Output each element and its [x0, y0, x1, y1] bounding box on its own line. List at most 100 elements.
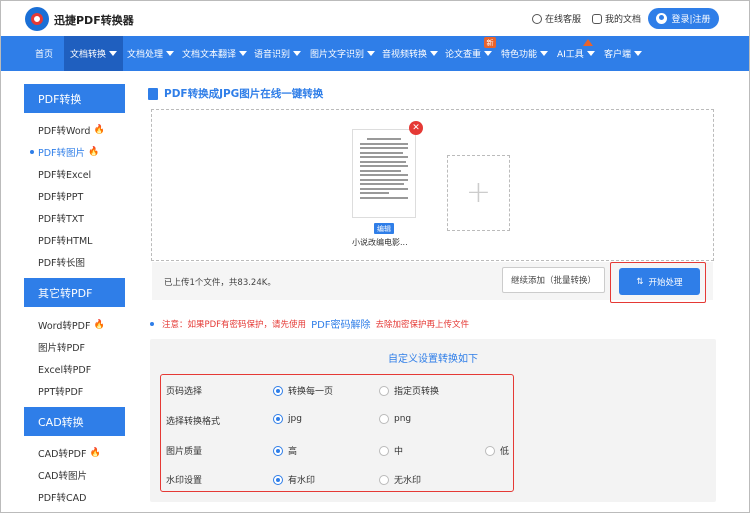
brand-logo-icon[interactable] — [25, 7, 49, 31]
upload-dropzone[interactable] — [151, 109, 714, 261]
password-notice: 注意：如果PDF有密码保护，请先使用 PDF密码解除 去除加密保护再上传文件 — [150, 316, 469, 331]
file-name: 小说改编电影... — [352, 238, 408, 247]
sidebar-item-pdf-to-txt[interactable]: PDF转TXT — [38, 211, 84, 225]
setting-label-page: 页码选择 — [166, 387, 203, 397]
option-label: png — [394, 414, 412, 424]
nav-ai-tools-label: AI工具 — [557, 50, 584, 60]
option-specific-pages[interactable]: 指定页转换 — [379, 384, 439, 397]
online-service-label: 在线客服 — [545, 15, 582, 25]
notice-prefix: 注意：如果PDF有密码保护，请先使用 — [162, 319, 307, 330]
sidebar-item-label: PDF转图片 — [38, 148, 86, 159]
option-quality-low[interactable]: 低 — [485, 444, 509, 457]
sidebar-item-pdf-to-excel[interactable]: PDF转Excel — [38, 167, 91, 181]
sidebar-item-pdf-to-word[interactable]: PDF转Word 🔥 — [38, 123, 105, 137]
brand-name[interactable]: 迅捷PDF转换器 — [54, 12, 134, 28]
my-documents-link[interactable]: 我的文档 — [592, 12, 641, 25]
sidebar-item-image-to-pdf[interactable]: 图片转PDF — [38, 340, 85, 354]
option-label: 有水印 — [288, 476, 316, 486]
sidebar-item-pdf-to-cad[interactable]: PDF转CAD — [38, 490, 86, 504]
chevron-down-icon — [166, 51, 175, 56]
option-quality-high[interactable]: 高 — [273, 444, 297, 457]
edit-file-button[interactable]: 编辑 — [374, 223, 394, 234]
main-nav: 首页 文档转换 文档处理 文档文本翻译 语音识别 图片文字识别 音视频转换 论文… — [1, 36, 749, 71]
sidebar-item-pdf-to-long-image[interactable]: PDF转长图 — [38, 255, 85, 269]
sidebar-item-label: 图片转PDF — [38, 343, 86, 354]
page-title-text: PDF转换成JPG图片在线一键转换 — [164, 88, 324, 100]
login-register-button[interactable]: 登录|注册 — [648, 8, 719, 29]
sidebar-item-word-to-pdf[interactable]: Word转PDF 🔥 — [38, 318, 105, 332]
fire-icon: 🔥 — [88, 147, 100, 157]
settings-title: 自定义设置转换如下 — [388, 354, 478, 365]
sidebar-item-pdf-to-image[interactable]: PDF转图片 🔥 — [38, 145, 99, 159]
sidebar-item-cad-to-pdf[interactable]: CAD转PDF 🔥 — [38, 446, 101, 460]
login-label: 登录|注册 — [671, 15, 711, 25]
option-png[interactable]: png — [379, 414, 411, 424]
nav-client[interactable]: 客户端 — [604, 36, 643, 71]
fire-icon: 🔥 — [93, 125, 105, 135]
radio-unchecked-icon — [485, 445, 495, 456]
nav-ocr-label: 图片文字识别 — [310, 50, 365, 60]
sidebar-item-ppt-to-pdf[interactable]: PPT转PDF — [38, 384, 83, 398]
setting-label-quality: 图片质量 — [166, 447, 203, 457]
document-icon — [148, 87, 158, 100]
sidebar-group-cad-convert[interactable]: CAD转换 — [24, 407, 125, 436]
pdf-password-remove-link[interactable]: PDF密码解除 — [311, 316, 370, 331]
sidebar-item-excel-to-pdf[interactable]: Excel转PDF — [38, 362, 91, 376]
nav-home[interactable]: 首页 — [35, 36, 53, 71]
bullet-icon — [150, 321, 154, 326]
sidebar-item-label: Word转PDF — [38, 321, 91, 332]
sidebar-item-cad-to-image[interactable]: CAD转图片 — [38, 468, 87, 482]
chevron-down-icon — [239, 51, 248, 56]
option-label: 指定页转换 — [394, 387, 440, 397]
settings-highlight — [160, 374, 514, 492]
continue-add-button[interactable]: 继续添加（批量转换） — [502, 267, 605, 293]
online-service-link[interactable]: 在线客服 — [532, 12, 581, 25]
radio-unchecked-icon — [379, 385, 389, 396]
sidebar-item-label: PDF转Excel — [38, 170, 92, 181]
nav-speech-label: 语音识别 — [254, 50, 291, 60]
option-with-watermark[interactable]: 有水印 — [273, 473, 315, 486]
sidebar-item-pdf-to-html[interactable]: PDF转HTML — [38, 233, 92, 247]
my-documents-label: 我的文档 — [605, 15, 642, 25]
active-dot-icon — [30, 150, 34, 154]
chevron-down-icon — [367, 51, 376, 56]
nav-ocr[interactable]: 图片文字识别 — [310, 36, 376, 71]
document-icon — [592, 13, 602, 24]
file-thumbnail[interactable] — [352, 129, 416, 218]
sidebar-item-label: PDF转PPT — [38, 192, 84, 203]
sidebar-group-pdf-convert[interactable]: PDF转换 — [24, 84, 125, 113]
radio-checked-icon — [273, 474, 283, 485]
add-file-button[interactable]: + — [447, 155, 510, 231]
setting-label-watermark: 水印设置 — [166, 476, 203, 486]
nav-features[interactable]: 特色功能 — [501, 36, 549, 71]
upload-info: 已上传1个文件，共83.24K。 — [164, 278, 276, 288]
plus-icon: + — [465, 175, 492, 210]
nav-av-convert[interactable]: 音视频转换 — [382, 36, 439, 71]
option-jpg[interactable]: jpg — [273, 414, 302, 424]
nav-document-process[interactable]: 文档处理 — [127, 36, 175, 71]
nav-document-convert-label: 文档转换 — [70, 50, 107, 60]
delete-file-icon[interactable]: ✕ — [409, 121, 423, 135]
chevron-down-icon — [293, 51, 302, 56]
nav-speech[interactable]: 语音识别 — [254, 36, 302, 71]
option-label: 高 — [288, 447, 298, 457]
sidebar-group-other-to-pdf[interactable]: 其它转PDF — [24, 278, 125, 307]
chevron-down-icon — [540, 51, 549, 56]
page-title: PDF转换成JPG图片在线一键转换 — [148, 86, 323, 101]
nav-translate[interactable]: 文档文本翻译 — [182, 36, 248, 71]
sidebar-item-label: PDF转TXT — [38, 214, 84, 225]
start-process-button[interactable]: ⇅ 开始处理 — [619, 268, 700, 295]
nav-translate-label: 文档文本翻译 — [182, 50, 237, 60]
nav-plagiarism-label: 论文查重 — [445, 50, 482, 60]
option-label: 中 — [394, 447, 404, 457]
option-label: 转换每一页 — [288, 387, 334, 397]
radio-unchecked-icon — [379, 474, 389, 485]
radio-checked-icon — [273, 445, 283, 456]
nav-document-convert[interactable]: 文档转换 — [64, 36, 124, 71]
option-no-watermark[interactable]: 无水印 — [379, 473, 421, 486]
option-convert-all-pages[interactable]: 转换每一页 — [273, 384, 333, 397]
sidebar-item-pdf-to-ppt[interactable]: PDF转PPT — [38, 189, 83, 203]
start-process-label: 开始处理 — [648, 277, 683, 288]
nav-client-label: 客户端 — [604, 50, 632, 60]
option-quality-medium[interactable]: 中 — [379, 444, 403, 457]
